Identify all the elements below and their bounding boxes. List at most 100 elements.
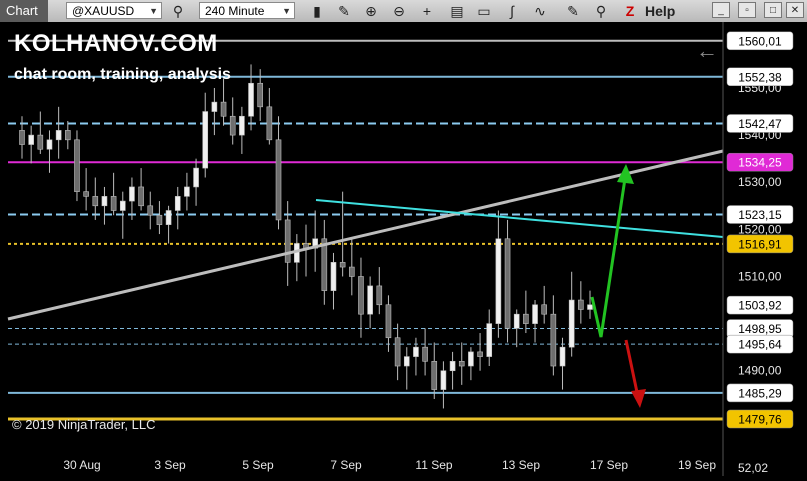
interval-value: 240 Minute — [205, 4, 265, 18]
drawing-icon[interactable]: ✎ — [563, 1, 583, 21]
copyright-text: © 2019 NinjaTrader, LLC — [12, 417, 156, 432]
candle-body — [74, 139, 80, 192]
candle-body — [532, 304, 538, 324]
x-tick-label: 3 Sep — [154, 458, 186, 472]
zoom-out-icon[interactable]: ⊖ — [389, 1, 409, 21]
price-level-label: 1523,15 — [738, 208, 782, 222]
candle-body — [248, 82, 254, 117]
chevron-down-icon: ▼ — [149, 6, 158, 16]
chart-tab[interactable]: Chart — [0, 0, 48, 22]
candle-body — [37, 134, 44, 150]
price-chart[interactable]: 1550,00 1540,00 1530,00 1520,00 1510,00 1490,… — [0, 22, 807, 476]
x-tick-label: 30 Aug — [63, 458, 100, 472]
instrument-selector[interactable]: @XAUUSD ▼ — [66, 2, 162, 19]
candle-body — [110, 196, 117, 211]
candle-body — [449, 361, 456, 372]
instrument-value: @XAUUSD — [72, 4, 135, 18]
candle-body — [468, 351, 474, 367]
candle-body — [101, 196, 108, 207]
data-box-icon[interactable]: ▭ — [474, 1, 494, 21]
candle-body — [119, 200, 126, 211]
candle-body — [239, 115, 245, 136]
price-level-label: 1479,76 — [738, 412, 782, 426]
candle-body — [220, 101, 227, 117]
candle-body — [193, 167, 199, 188]
y-tick-label: 1520,00 — [738, 222, 782, 236]
y-tick-label-partial: 52,02 — [738, 461, 768, 475]
candle-body — [211, 101, 218, 112]
candle-body — [46, 139, 53, 150]
brand-title: KOLHANOV.COM — [14, 30, 218, 57]
candle-body — [504, 238, 511, 329]
search-icon[interactable]: ⚲ — [168, 1, 188, 21]
price-level-label: 1534,25 — [738, 156, 782, 170]
strategies-icon[interactable]: ∿ — [530, 1, 550, 21]
interval-selector[interactable]: 240 Minute ▼ — [199, 2, 295, 19]
close-button[interactable]: ✕ — [786, 2, 804, 18]
candle-body — [65, 130, 71, 141]
candle-body — [458, 361, 465, 367]
maximize-button[interactable]: □ — [764, 2, 782, 18]
candle-body — [174, 196, 181, 211]
candle-body — [358, 276, 364, 315]
candle-body — [229, 115, 236, 136]
candle-body — [83, 191, 89, 197]
ninja-z-icon[interactable]: Z — [620, 1, 640, 21]
help-menu[interactable]: Help — [645, 0, 675, 22]
candle-body — [385, 304, 392, 339]
candle-body — [19, 130, 25, 145]
candle-body — [578, 299, 584, 310]
candle-body — [413, 346, 419, 357]
candle-body — [349, 266, 355, 277]
y-tick-label: 1510,00 — [738, 269, 782, 283]
candle-body — [339, 262, 346, 268]
price-level-label: 1495,64 — [738, 338, 782, 352]
bar-type-icon[interactable]: ▮ — [307, 1, 327, 21]
pencil-icon[interactable]: ✎ — [334, 1, 354, 21]
indicators-icon[interactable]: ∫ — [502, 1, 522, 21]
candle-body — [568, 299, 575, 348]
candle-body — [55, 130, 62, 141]
candle-body — [394, 337, 401, 367]
candle-body — [284, 219, 291, 263]
chart-svg[interactable]: 1550,001540,001530,001520,001510,001490,… — [0, 22, 807, 476]
y-tick-label: 1490,00 — [738, 364, 782, 378]
candle-body — [550, 313, 557, 367]
price-level-label: 1542,47 — [738, 117, 782, 131]
candle-body — [266, 106, 273, 141]
x-tick-label: 13 Sep — [502, 458, 540, 472]
candle-body — [202, 111, 209, 169]
restore-button[interactable]: ▫ — [738, 2, 756, 18]
toolbar: Chart @XAUUSD ▼ ⚲ 240 Minute ▼ ▮ ✎ ⊕ ⊖ +… — [0, 0, 807, 23]
back-arrow-icon[interactable]: ← — [696, 38, 718, 64]
zoom-icon[interactable]: ⚲ — [591, 1, 611, 21]
candle-body — [129, 186, 135, 202]
crosshair-icon[interactable]: + — [417, 1, 437, 21]
price-level-label: 1485,29 — [738, 386, 782, 400]
candle-body — [486, 323, 493, 357]
candle-body — [403, 356, 410, 367]
zoom-in-icon[interactable]: ⊕ — [361, 1, 381, 21]
minimize-button[interactable]: _ — [712, 2, 730, 18]
candle-body — [92, 196, 99, 207]
price-level-label: 1498,95 — [738, 322, 782, 336]
properties-icon[interactable]: ▤ — [447, 1, 467, 21]
candle-body — [495, 238, 502, 324]
x-tick-label: 19 Sep — [678, 458, 716, 472]
brand-subtitle: chat room, training, analysis — [14, 66, 231, 83]
x-tick-label: 17 Sep — [590, 458, 628, 472]
candle-body — [184, 186, 190, 197]
y-tick-label: 1530,00 — [738, 175, 782, 189]
candle-body — [28, 134, 34, 145]
candle-body — [440, 370, 447, 390]
candle-body — [513, 313, 520, 329]
price-level-label: 1560,01 — [738, 34, 782, 48]
candle-body — [165, 210, 172, 225]
candle-body — [376, 285, 383, 306]
candle-body — [559, 346, 566, 367]
candle-body — [431, 361, 438, 390]
candle-body — [541, 304, 547, 315]
candle-body — [477, 351, 483, 357]
candle-body — [367, 285, 373, 315]
chevron-down-icon: ▼ — [282, 6, 291, 16]
